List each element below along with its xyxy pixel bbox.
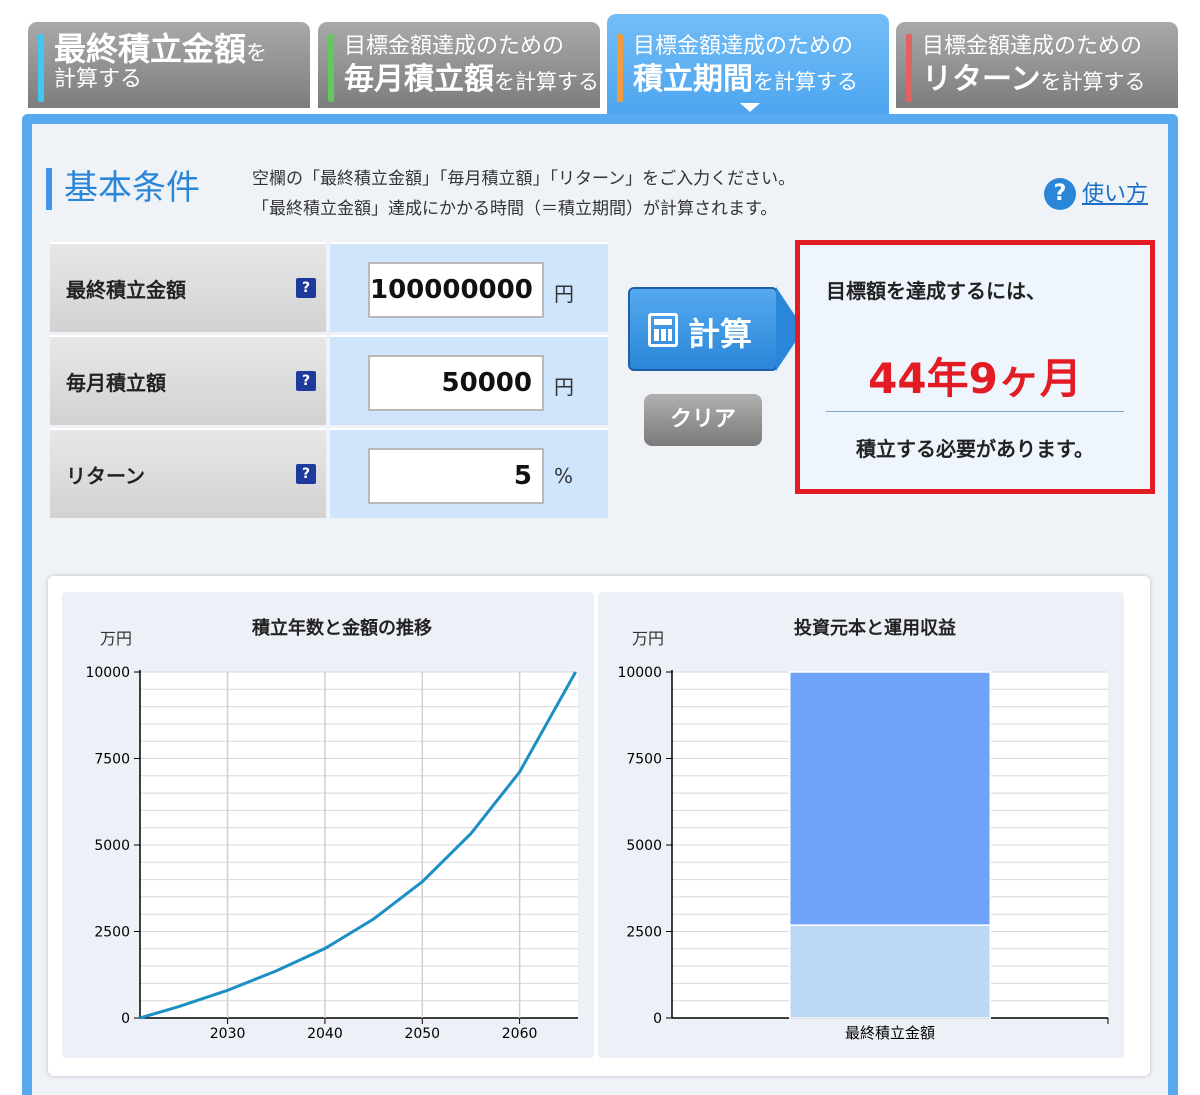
y-tick-label: 5000 (626, 838, 662, 854)
tab-color-bar (906, 34, 912, 102)
y-tick-label: 0 (653, 1011, 662, 1027)
tab-label-main: 最終積立金額 (54, 30, 247, 68)
line-chart: 0 2500 5000 7500 10000 万円 積立年数と金額の推移 2030 2040 20… (85, 617, 578, 1042)
how-to-use-link[interactable]: 使い方 (1082, 176, 1148, 208)
tab-color-bar (38, 34, 44, 102)
monthly-amount-input-cell: 円 (330, 335, 608, 425)
tab-label-sub: 計算する (54, 67, 143, 92)
return-unit: % (554, 464, 574, 488)
section-intro-line1: 空欄の「最終積立金額」「毎月積立額」「リターン」をご入力ください。 (252, 169, 796, 189)
section-title: 基本条件 (64, 168, 200, 208)
stacked-bar-chart: 0 2500 5000 7500 10000 万円 投資元本と運用収益最終積立金額 (617, 617, 1109, 1042)
tab-label-suffix: を計算する (494, 70, 599, 94)
active-tab-caret-icon (740, 103, 760, 112)
x-tick-label: 2040 (307, 1026, 343, 1042)
help-tooltip-icon[interactable]: ? (296, 278, 316, 298)
monthly-amount-input[interactable] (368, 355, 544, 411)
y-tick-label: 0 (121, 1011, 130, 1027)
final-amount-unit: 円 (554, 282, 574, 306)
tab-return[interactable]: 目標金額達成のための リターンを計算する (896, 22, 1178, 108)
y-tick-label: 2500 (626, 925, 662, 941)
result-box: 目標額を達成するには、 44年9ヶ月 積立する必要があります。 (795, 240, 1155, 494)
return-label: リターン (66, 464, 145, 488)
calculate-button[interactable]: 計算 (628, 287, 804, 371)
final-amount-input-cell: 円 (330, 242, 608, 332)
line-chart-panel: 0 2500 5000 7500 10000 万円 積立年数と金額の推移 2030 2040 20… (62, 592, 594, 1058)
tab-label-sub: 目標金額達成のための (633, 34, 854, 59)
clear-button[interactable]: クリア (644, 394, 762, 446)
x-category-label: 最終積立金額 (845, 1024, 935, 1042)
tab-label-main: 毎月積立額 (344, 62, 494, 97)
calculator-icon (648, 313, 678, 347)
tab-label-suffix: を計算する (753, 70, 858, 94)
bar-segment (788, 671, 992, 926)
monthly-amount-label: 毎月積立額 (66, 371, 166, 395)
final-amount-label: 最終積立金額 (66, 278, 186, 302)
y-axis-unit: 万円 (100, 629, 132, 648)
tab-monthly-amount[interactable]: 目標金額達成のための 毎月積立額を計算する (318, 22, 600, 108)
result-intro: 目標額を達成するには、 (826, 279, 1046, 303)
final-amount-input[interactable] (368, 262, 544, 318)
y-tick-label: 7500 (94, 752, 130, 768)
bar-segment (788, 924, 992, 1019)
return-input[interactable] (368, 448, 544, 504)
tab-label-sub: 目標金額達成のための (922, 34, 1143, 59)
return-input-cell: % (330, 428, 608, 518)
y-tick-label: 10000 (617, 665, 662, 681)
chart-title: 積立年数と金額の推移 (251, 617, 432, 639)
tab-label-main: 積立期間 (633, 62, 753, 97)
monthly-amount-unit: 円 (554, 375, 574, 399)
monthly-amount-label-cell: 毎月積立額 ? (50, 335, 326, 425)
help-tooltip-icon[interactable]: ? (296, 464, 316, 484)
tab-label-sub: 目標金額達成のための (344, 34, 565, 59)
bar-chart-panel: 0 2500 5000 7500 10000 万円 投資元本と運用収益最終積立金額 (598, 592, 1124, 1058)
chart-title: 投資元本と運用収益 (794, 617, 956, 639)
tab-label-main: リターン (922, 62, 1041, 97)
return-label-cell: リターン ? (50, 428, 326, 518)
help-tooltip-icon[interactable]: ? (296, 371, 316, 391)
tab-period[interactable]: 目標金額達成のための 積立期間を計算する (607, 14, 889, 118)
result-divider (826, 411, 1124, 412)
help-question-icon[interactable]: ? (1044, 178, 1076, 210)
calculate-button-label: 計算 (688, 315, 753, 353)
tab-label-suffix: を計算する (1040, 70, 1146, 94)
final-amount-label-cell: 最終積立金額 ? (50, 242, 326, 332)
result-outro: 積立する必要があります。 (856, 437, 1094, 461)
x-tick-label: 2050 (404, 1026, 440, 1042)
tab-final-amount[interactable]: 最終積立金額を 計算する (28, 22, 310, 108)
tab-color-bar (617, 34, 623, 102)
y-tick-label: 7500 (626, 752, 662, 768)
x-tick-label: 2030 (210, 1026, 246, 1042)
y-tick-label: 2500 (94, 925, 130, 941)
tab-color-bar (328, 34, 334, 102)
y-axis-unit: 万円 (632, 629, 664, 648)
tab-label-suffix: を (246, 41, 268, 65)
result-value: 44年9ヶ月 (868, 354, 1082, 403)
x-tick-label: 2060 (502, 1026, 538, 1042)
y-tick-label: 10000 (85, 665, 130, 681)
y-tick-label: 5000 (94, 838, 130, 854)
section-intro-line2: 「最終積立金額」達成にかかる時間（＝積立期間）が計算されます。 (252, 199, 778, 219)
section-title-bar (46, 168, 52, 210)
